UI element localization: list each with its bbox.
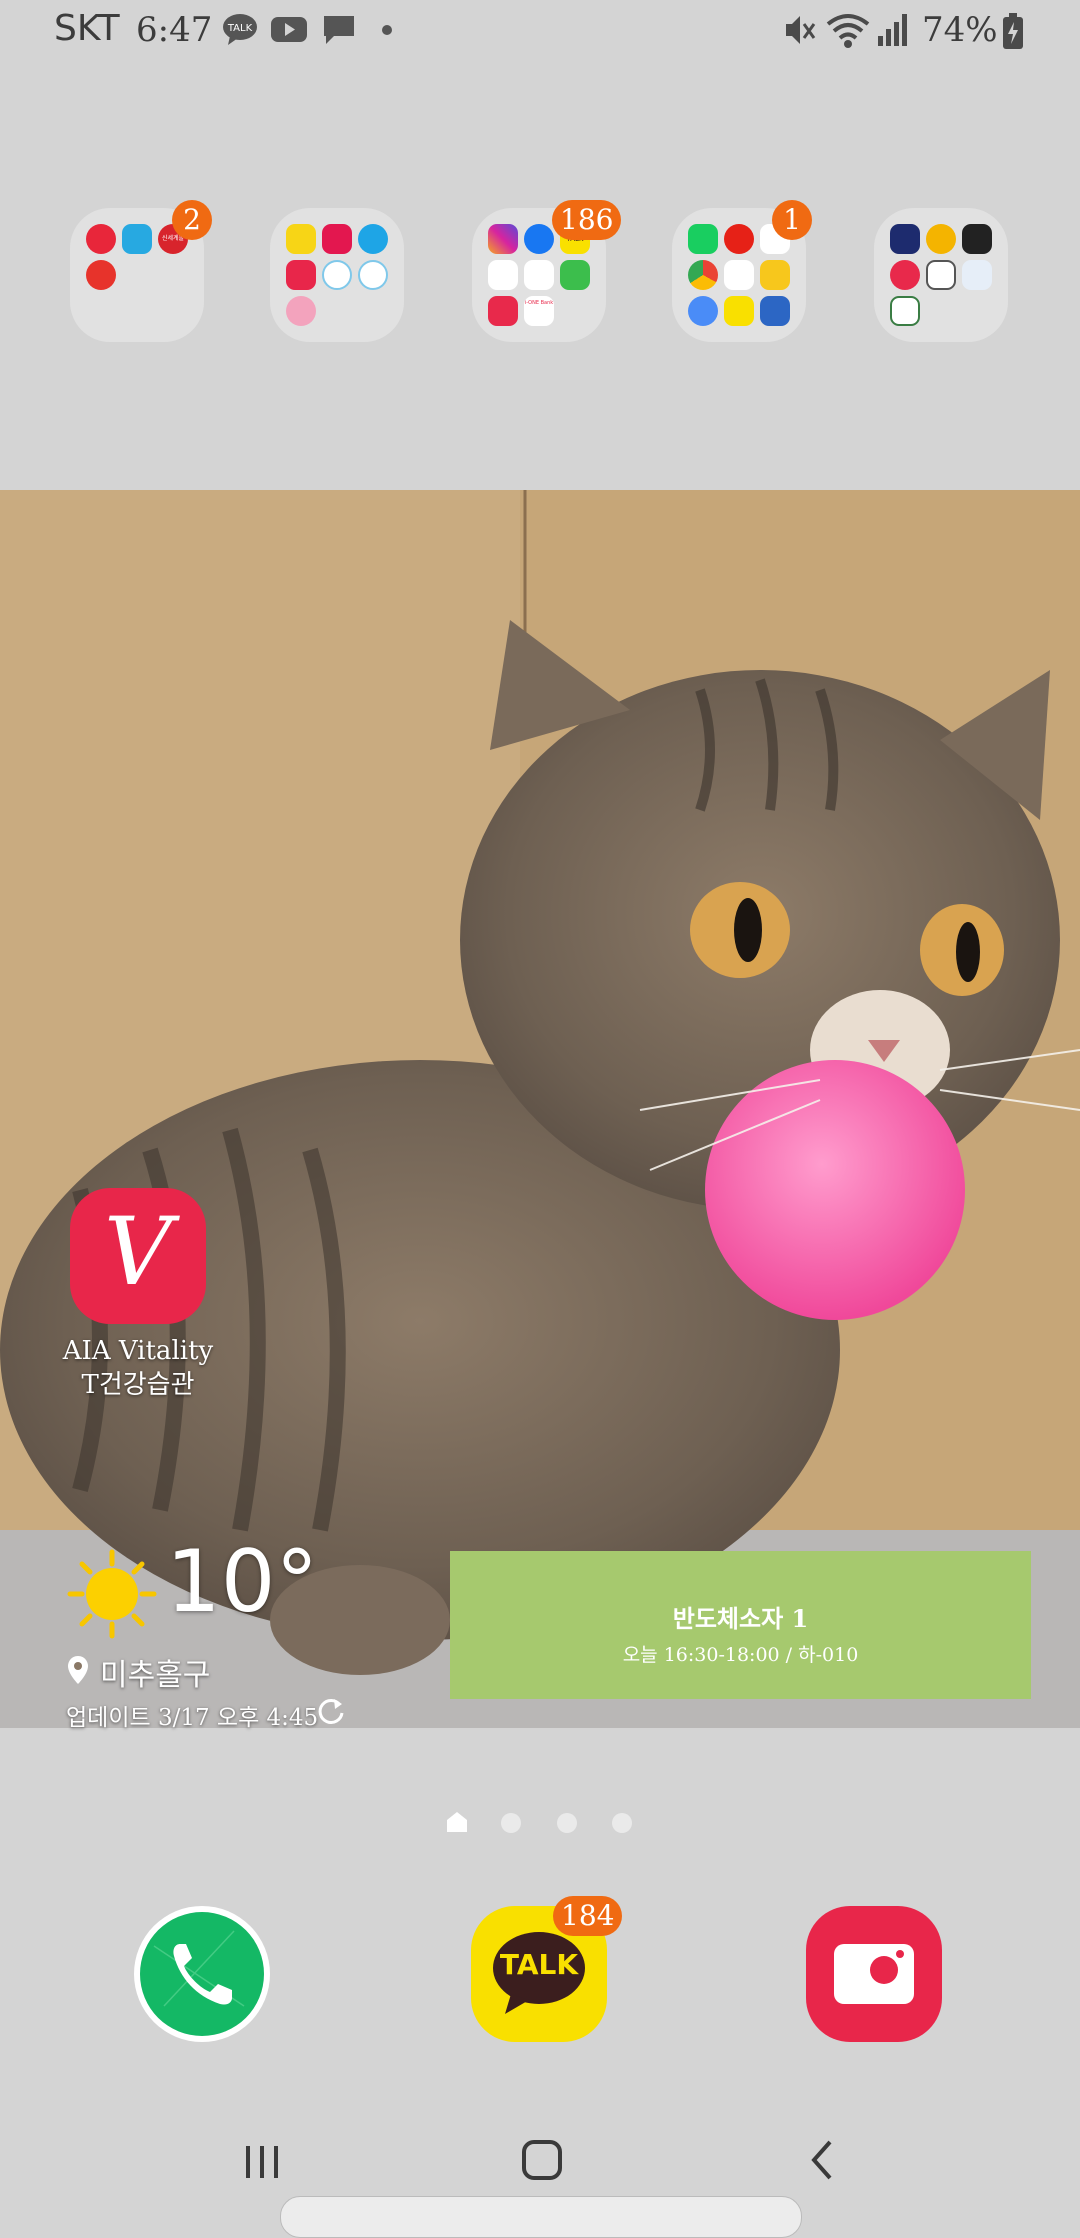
app-label-line1: AIA Vitality: [62, 1336, 214, 1366]
kakaotalk-icon: TALK: [223, 14, 257, 45]
notification-badge: 1: [772, 200, 812, 240]
app-mini-icon: [86, 224, 116, 254]
mute-icon: [786, 16, 816, 44]
app-mini-icon: [724, 260, 754, 290]
folder-social[interactable]: TALK i-ONE Bank 186: [472, 200, 622, 342]
carrier-label: SKT: [54, 8, 120, 49]
battery-percent: 74%: [922, 10, 998, 50]
sun-icon: [67, 1549, 157, 1639]
app-mini-icon: [86, 260, 116, 290]
schedule-subtitle: 오늘 16:30-18:00 / 하-010: [622, 1644, 859, 1666]
vitality-v-glyph: V: [104, 1198, 172, 1307]
wifi-icon: [826, 14, 870, 48]
app-mini-icon: [286, 260, 316, 290]
app-mini-icon: [286, 224, 316, 254]
naver-icon: [688, 224, 718, 254]
bus-icon: [926, 260, 956, 290]
app-aia-vitality[interactable]: V AIA Vitality T건강습관: [62, 1188, 214, 1402]
notification-badge: 186: [552, 200, 622, 240]
home-button-icon[interactable]: [518, 2136, 566, 2184]
app-mini-icon: [322, 224, 352, 254]
schedule-title: 반도체소자 1: [672, 1604, 809, 1633]
recent-apps-icon[interactable]: [238, 2140, 286, 2184]
map-pin-icon: [890, 260, 920, 290]
app-mini-icon: [724, 296, 754, 326]
folder-transport[interactable]: [874, 208, 1008, 342]
youtube-music-icon: [724, 224, 754, 254]
clock: 6:47: [136, 10, 213, 50]
signal-icon: [878, 14, 907, 46]
app-mini-icon: [488, 296, 518, 326]
folder-shopping[interactable]: 신세계몰 2: [70, 200, 212, 342]
page-dot[interactable]: [612, 1813, 632, 1833]
cloud-icon: [688, 296, 718, 326]
instagram-icon: [488, 224, 518, 254]
phone-icon: [140, 1912, 264, 2036]
tmap-icon: [962, 224, 992, 254]
webtoon-icon: [560, 260, 590, 290]
weather-updated: 업데이트 3/17 오후 4:45: [66, 1705, 319, 1731]
subway-icon: [890, 224, 920, 254]
folder-portal[interactable]: 1: [672, 200, 812, 342]
page-dot[interactable]: [557, 1813, 577, 1833]
phone-app[interactable]: [134, 1906, 270, 2042]
notification-badge: 184: [553, 1896, 623, 1936]
message-icon: [324, 16, 354, 44]
vitality-app-icon: V: [70, 1188, 206, 1324]
app-mini-icon: [122, 224, 152, 254]
svg-text:TALK: TALK: [227, 23, 253, 34]
weather-temperature: 10°: [166, 1532, 319, 1632]
facebook-icon: [524, 224, 554, 254]
battery-charging-icon: [1003, 13, 1023, 49]
app-mini-icon: [358, 224, 388, 254]
app-label-line2: T건강습관: [81, 1370, 195, 1400]
page-dot[interactable]: [501, 1813, 521, 1833]
app-mini-icon: [760, 260, 790, 290]
folder-camera-tools[interactable]: [270, 208, 404, 342]
bus-icon: [890, 296, 920, 326]
app-mini-icon: [358, 260, 388, 290]
location-pin-icon: [68, 1656, 88, 1684]
train-icon: [962, 260, 992, 290]
home-page-indicator-icon[interactable]: [445, 1810, 469, 1834]
app-mini-icon: [926, 224, 956, 254]
kakaotalk-talk-label: TALK: [499, 1948, 579, 1981]
dot-icon: [382, 25, 392, 35]
notification-badge: 2: [172, 200, 212, 240]
app-mini-icon: [760, 296, 790, 326]
app-mini-icon: [524, 260, 554, 290]
kakaotalk-app[interactable]: TALK 184: [471, 1896, 623, 2042]
back-icon[interactable]: [802, 2138, 842, 2182]
messenger-icon: [488, 260, 518, 290]
camera-app[interactable]: [806, 1906, 942, 2042]
app-mini-icon: [286, 296, 316, 326]
camera-icon: [834, 1944, 914, 2004]
weather-location: 미추홀구: [100, 1658, 211, 1693]
status-bar: SKT 6:47 TALK 74%: [0, 0, 1080, 64]
gesture-handle[interactable]: [280, 2196, 802, 2238]
app-mini-icon: [322, 260, 352, 290]
ione-bank-icon: i-ONE Bank: [524, 296, 554, 326]
schedule-widget[interactable]: 반도체소자 1 오늘 16:30-18:00 / 하-010: [450, 1551, 1031, 1699]
refresh-icon[interactable]: [316, 1696, 346, 1726]
chrome-icon: [688, 260, 718, 290]
youtube-icon: [271, 17, 307, 42]
